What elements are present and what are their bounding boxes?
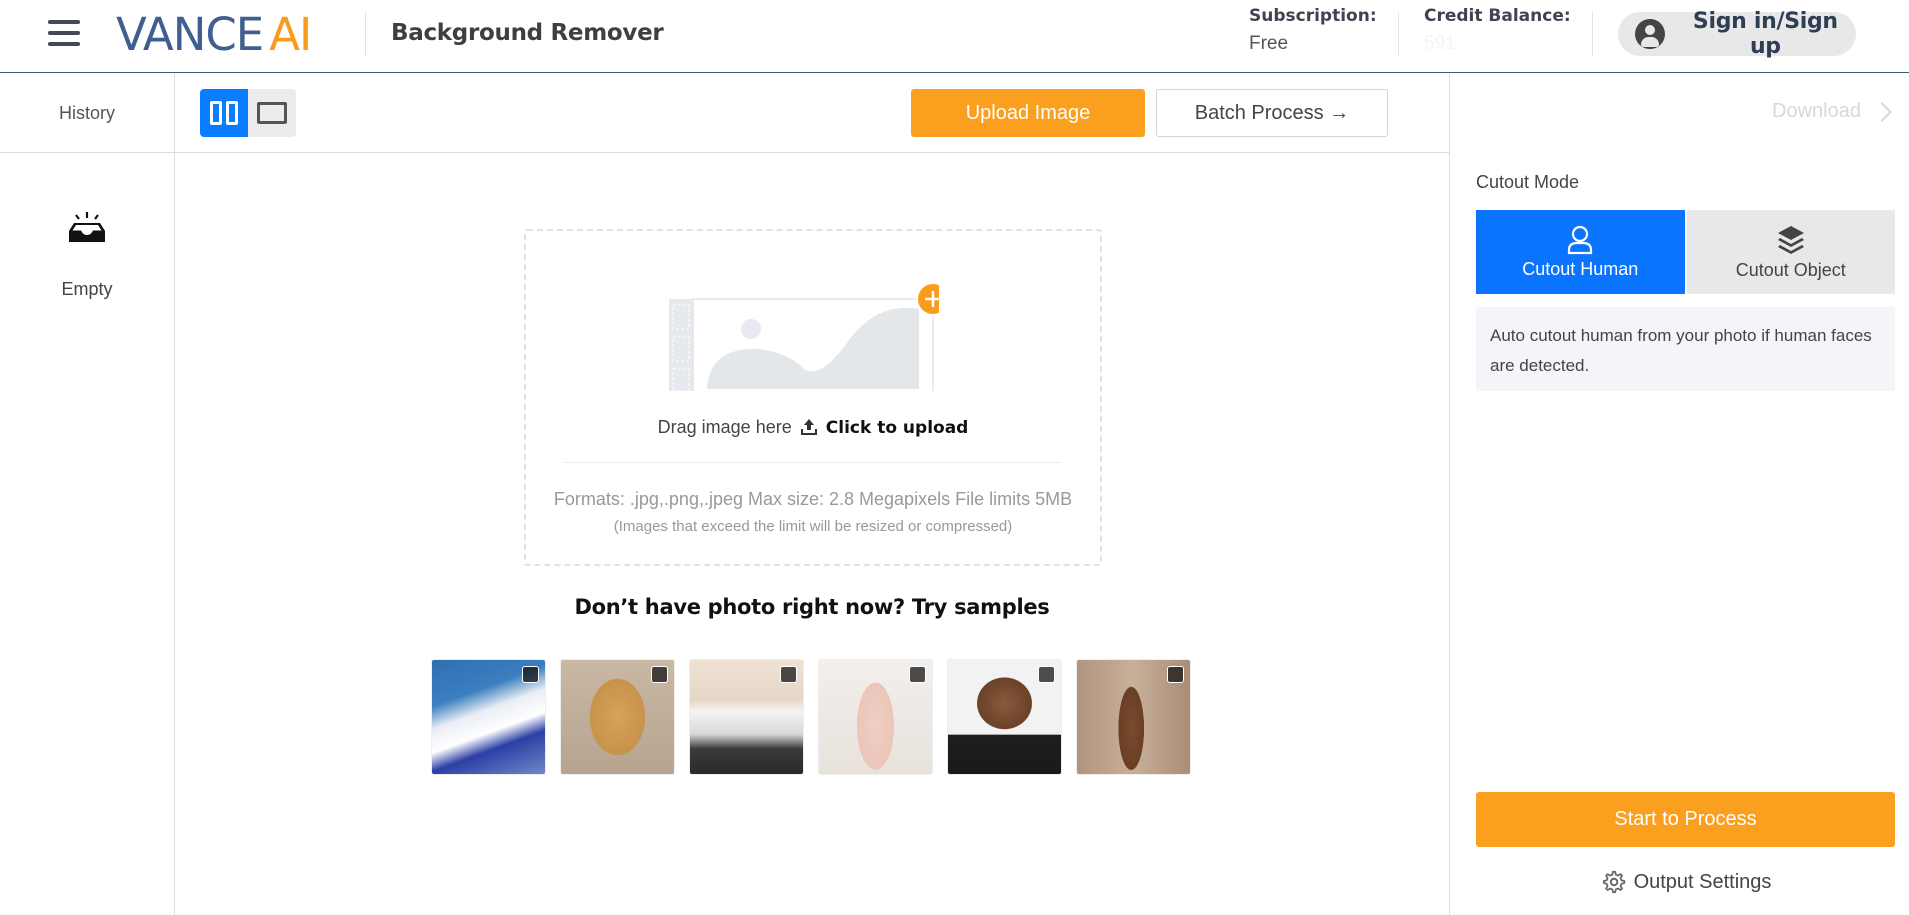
- cutout-object-label: Cutout Object: [1735, 259, 1846, 280]
- sample-checkbox[interactable]: [1167, 666, 1184, 683]
- history-sidebar: History Empty: [0, 74, 175, 915]
- output-settings-label: Output Settings: [1633, 870, 1772, 893]
- cutout-mode-selector: Cutout Human Cutout Object: [1476, 210, 1895, 294]
- sample-woman[interactable]: [947, 659, 1062, 775]
- cutout-human-label: Cutout Human: [1522, 258, 1639, 279]
- resize-note: (Images that exceed the limit will be re…: [613, 518, 1013, 535]
- settings-panel: Download Cutout Mode Cutout Human Cutout…: [1449, 74, 1909, 915]
- workspace-toolbar: Upload Image Batch Process →: [175, 74, 1449, 153]
- upload-dropzone[interactable]: Drag image here Click to upload Formats:…: [524, 229, 1102, 566]
- main-workspace: Drag image here Click to upload Formats:…: [175, 153, 1449, 915]
- drag-upload-instruction: Drag image here Click to upload: [526, 417, 1100, 438]
- cutout-human-option[interactable]: Cutout Human: [1476, 210, 1685, 294]
- sample-bottle[interactable]: [818, 659, 933, 775]
- upload-icon: [800, 419, 817, 435]
- image-placeholder-icon: [669, 282, 939, 391]
- view-mode-toggle: [200, 89, 296, 137]
- sign-in-button[interactable]: Sign in/Sign up: [1618, 9, 1856, 59]
- gear-icon: [1602, 870, 1625, 894]
- dropzone-divider: [564, 462, 1062, 463]
- split-view-button[interactable]: [200, 89, 248, 137]
- sample-checkbox[interactable]: [522, 666, 539, 683]
- batch-process-button[interactable]: Batch Process →: [1156, 89, 1388, 137]
- vanceai-logo[interactable]: VANCE AI: [116, 8, 312, 61]
- history-empty-state: Empty: [0, 153, 174, 300]
- person-icon: [1568, 225, 1593, 254]
- credit-balance-info: Credit Balance: 591: [1424, 6, 1571, 55]
- sample-car[interactable]: [689, 659, 804, 775]
- sample-puppy[interactable]: [560, 659, 675, 775]
- credit-balance-value: 591: [1424, 33, 1456, 54]
- upload-image-button[interactable]: Upload Image: [911, 89, 1145, 137]
- app-title: Background Remover: [391, 20, 664, 46]
- sample-sneakers[interactable]: [431, 659, 546, 775]
- sample-images: [431, 659, 1191, 775]
- click-to-upload-link[interactable]: Click to upload: [826, 418, 969, 438]
- credit-balance-label: Credit Balance:: [1424, 6, 1571, 26]
- mode-description: Auto cutout human from your photo if hum…: [1476, 307, 1895, 391]
- subscription-info: Subscription: Free: [1249, 6, 1377, 55]
- layers-icon: [1777, 225, 1804, 254]
- output-settings-button[interactable]: Output Settings: [1476, 869, 1895, 895]
- samples-title: Don’t have photo right now? Try samples: [574, 595, 1050, 619]
- start-process-button[interactable]: Start to Process: [1476, 792, 1895, 847]
- menu-icon[interactable]: [48, 20, 80, 48]
- subscription-value: Free: [1249, 33, 1289, 54]
- cutout-mode-label: Cutout Mode: [1476, 172, 1580, 192]
- subscription-label: Subscription:: [1249, 6, 1377, 26]
- download-label: Download: [1772, 100, 1861, 122]
- header-divider: [1398, 12, 1399, 56]
- formats-info: Formats: .jpg,.png,.jpeg Max size: 2.8 M…: [553, 489, 1073, 509]
- logo-accent: AI: [269, 8, 312, 61]
- header-divider: [365, 12, 366, 56]
- sample-checkbox[interactable]: [1038, 666, 1055, 683]
- sample-checkbox[interactable]: [651, 666, 668, 683]
- empty-inbox-icon: [69, 212, 105, 242]
- header-divider: [1592, 12, 1593, 56]
- single-view-icon: [257, 102, 287, 124]
- history-tab[interactable]: History: [0, 74, 174, 153]
- split-view-icon: [210, 101, 238, 125]
- logo-primary: VANCE: [116, 8, 264, 61]
- sample-man[interactable]: [1076, 659, 1191, 775]
- sign-in-label: Sign in/Sign up: [1692, 9, 1838, 59]
- sample-checkbox[interactable]: [780, 666, 797, 683]
- empty-label: Empty: [61, 279, 113, 299]
- sample-checkbox[interactable]: [909, 666, 926, 683]
- cutout-object-option[interactable]: Cutout Object: [1686, 210, 1895, 294]
- user-avatar-icon: [1635, 19, 1665, 49]
- drag-text: Drag image here: [657, 417, 792, 437]
- single-view-button[interactable]: [248, 89, 296, 137]
- chevron-right-icon: [1872, 101, 1892, 122]
- download-button[interactable]: Download: [1772, 100, 1892, 123]
- top-header: VANCE AI Background Remover Subscription:…: [0, 0, 1909, 73]
